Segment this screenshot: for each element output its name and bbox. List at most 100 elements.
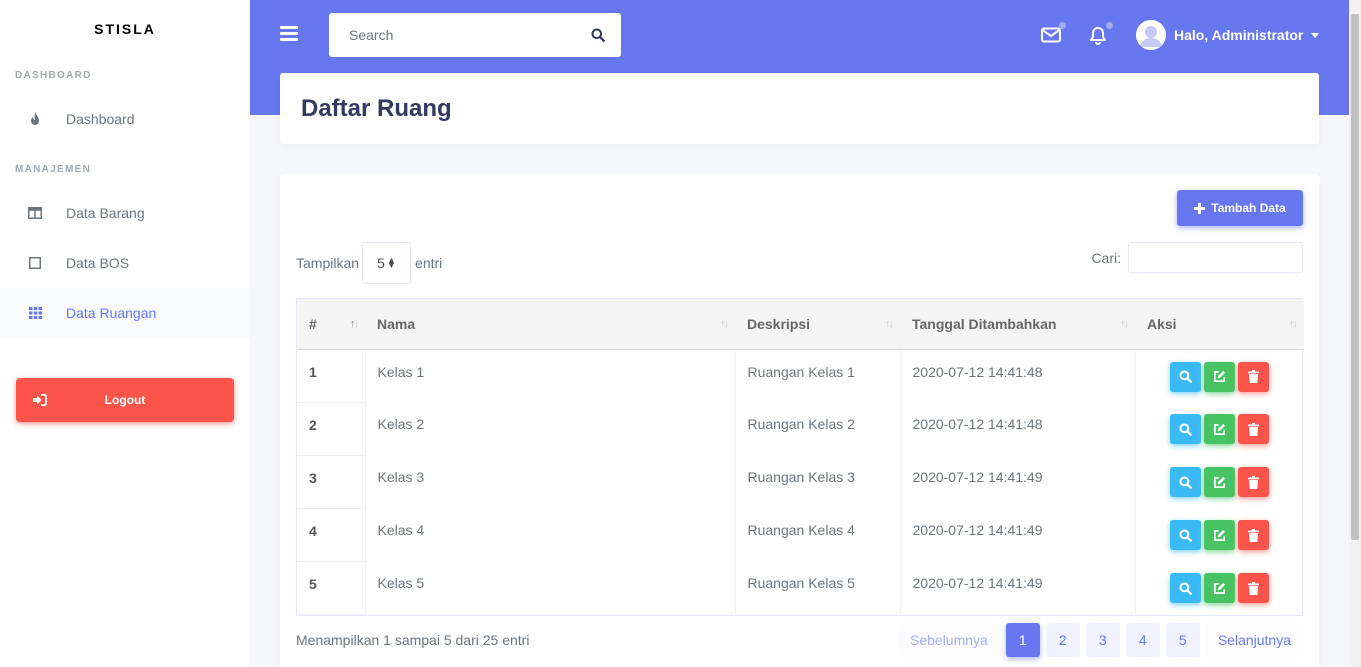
edit-button[interactable]	[1203, 361, 1235, 392]
view-button[interactable]	[1169, 361, 1201, 392]
cell-deskripsi: Ruangan Kelas 1	[735, 349, 901, 402]
sidebar-item-label: Data BOS	[66, 255, 130, 271]
columns-icon	[26, 204, 44, 222]
sidebar-item-data-ruangan[interactable]: Data Ruangan	[0, 288, 250, 338]
cell-deskripsi: Ruangan Kelas 3	[735, 455, 901, 508]
search-input[interactable]	[329, 13, 575, 57]
table-row: 2 Kelas 2 Ruangan Kelas 2 2020-07-12 14:41:…	[297, 402, 1304, 456]
sign-out-icon	[32, 394, 48, 406]
menu-toggle-button[interactable]	[280, 26, 298, 42]
search-icon	[1178, 528, 1192, 542]
user-name: Halo, Administrator	[1174, 27, 1304, 43]
edit-button[interactable]	[1203, 520, 1235, 550]
delete-button[interactable]	[1237, 573, 1269, 603]
sidebar-item-label: Dashboard	[66, 111, 135, 127]
view-button[interactable]	[1169, 467, 1201, 497]
delete-button[interactable]	[1237, 414, 1269, 444]
pagination: Sebelumnya 12345 Selanjutnya	[892, 623, 1303, 657]
envelope-icon	[1041, 27, 1061, 43]
section-header: Daftar Ruang	[280, 73, 1319, 144]
page-button-3[interactable]: 3	[1085, 623, 1120, 657]
table-filter: Cari:	[1091, 242, 1303, 273]
cell-tanggal: 2020-07-12 14:41:48	[900, 349, 1136, 402]
cell-aksi	[1135, 561, 1304, 614]
cell-nama: Kelas 5	[365, 561, 736, 614]
cell-aksi	[1135, 455, 1304, 508]
edit-button[interactable]	[1203, 573, 1235, 603]
add-data-button[interactable]: Tambah Data	[1177, 190, 1303, 226]
brand-logo[interactable]: STISLA	[0, 0, 250, 58]
entries-select[interactable]: 5 ▲ ▼	[362, 242, 412, 284]
delete-button[interactable]	[1237, 520, 1269, 550]
table-row: 4 Kelas 4 Ruangan Kelas 4 2020-07-12 14:41:…	[297, 508, 1304, 562]
search-icon	[1178, 422, 1192, 436]
sidebar: STISLA DASHBOARD Dashboard MANAJEMEN Dat…	[0, 0, 250, 667]
column-header-no[interactable]: # ↑↓	[297, 299, 365, 350]
navbar-search	[329, 13, 621, 57]
view-button[interactable]	[1169, 573, 1201, 603]
previous-page-button[interactable]: Sebelumnya	[898, 623, 1000, 657]
column-header-deskripsi[interactable]: Deskripsi ↑↓	[735, 299, 900, 350]
sidebar-item-data-bos[interactable]: Data BOS	[0, 238, 250, 288]
cell-deskripsi: Ruangan Kelas 4	[735, 508, 901, 561]
sort-icon: ↑↓	[720, 318, 729, 330]
cell-no: 3	[297, 455, 366, 509]
page-numbers: 12345	[1000, 623, 1200, 657]
menu-header-dashboard: DASHBOARD	[15, 70, 92, 81]
cell-deskripsi: Ruangan Kelas 5	[735, 561, 901, 614]
trash-icon	[1247, 581, 1259, 595]
page-button-5[interactable]: 5	[1165, 623, 1200, 657]
view-button[interactable]	[1169, 520, 1201, 550]
scrollbar[interactable]	[1349, 0, 1361, 667]
chevron-down-icon	[1311, 32, 1320, 38]
delete-button[interactable]	[1237, 467, 1269, 497]
page-button-4[interactable]: 4	[1125, 623, 1160, 657]
length-suffix: entri	[415, 255, 443, 271]
table-row: 3 Kelas 3 Ruangan Kelas 3 2020-07-12 14:41:…	[297, 455, 1304, 509]
sidebar-item-data-barang[interactable]: Data Barang	[0, 188, 250, 238]
column-header-nama[interactable]: Nama ↑↓	[365, 299, 735, 350]
cell-aksi	[1135, 402, 1304, 455]
user-dropdown[interactable]: Halo, Administrator	[1136, 20, 1320, 50]
sort-icon: ↑↓	[885, 318, 894, 330]
column-header-aksi[interactable]: Aksi ↑↓	[1135, 299, 1304, 350]
sort-arrows-icon: ▲ ▼	[386, 255, 396, 270]
edit-button[interactable]	[1203, 467, 1235, 497]
column-header-tanggal[interactable]: Tanggal Ditambahkan ↑↓	[900, 299, 1135, 350]
cell-aksi	[1135, 508, 1304, 561]
next-page-button[interactable]: Selanjutnya	[1205, 623, 1303, 657]
page-button-1[interactable]: 1	[1005, 623, 1040, 657]
fire-icon	[26, 110, 44, 128]
cell-no: 2	[297, 402, 366, 456]
edit-icon	[1213, 476, 1226, 489]
add-data-label: Tambah Data	[1211, 201, 1286, 215]
avatar	[1136, 20, 1166, 50]
logout-button[interactable]: Logout	[16, 378, 234, 422]
view-button[interactable]	[1169, 414, 1201, 444]
messages-button[interactable]	[1040, 22, 1066, 46]
cell-tanggal: 2020-07-12 14:41:48	[900, 402, 1136, 455]
trash-icon	[1247, 422, 1259, 436]
table-header-row: # ↑↓ Nama ↑↓ Deskripsi ↑↓ Tanggal Ditambahk…	[297, 299, 1304, 350]
table-body: 1 Kelas 1 Ruangan Kelas 1 2020-07-12 14:41:…	[297, 349, 1304, 615]
delete-button[interactable]	[1237, 361, 1269, 392]
edit-icon	[1213, 370, 1226, 383]
search-button[interactable]	[575, 13, 621, 57]
table-search-input[interactable]	[1128, 242, 1303, 273]
sidebar-item-dashboard[interactable]: Dashboard	[0, 94, 250, 144]
cell-nama: Kelas 1	[365, 349, 736, 402]
cell-aksi	[1135, 349, 1304, 402]
edit-button[interactable]	[1203, 414, 1235, 444]
cell-nama: Kelas 3	[365, 455, 736, 508]
search-icon	[1178, 370, 1192, 383]
menu-header-manajemen: MANAJEMEN	[15, 164, 92, 175]
page-button-2[interactable]: 2	[1045, 623, 1080, 657]
trash-icon	[1247, 475, 1259, 489]
notifications-button[interactable]	[1087, 22, 1113, 46]
scrollbar-thumb[interactable]	[1351, 14, 1359, 540]
sidebar-item-label: Data Barang	[66, 205, 145, 221]
bell-icon	[1090, 26, 1106, 45]
cell-no: 4	[297, 508, 366, 562]
table-row: 1 Kelas 1 Ruangan Kelas 1 2020-07-12 14:41:…	[297, 349, 1304, 403]
plus-icon	[1194, 202, 1206, 214]
